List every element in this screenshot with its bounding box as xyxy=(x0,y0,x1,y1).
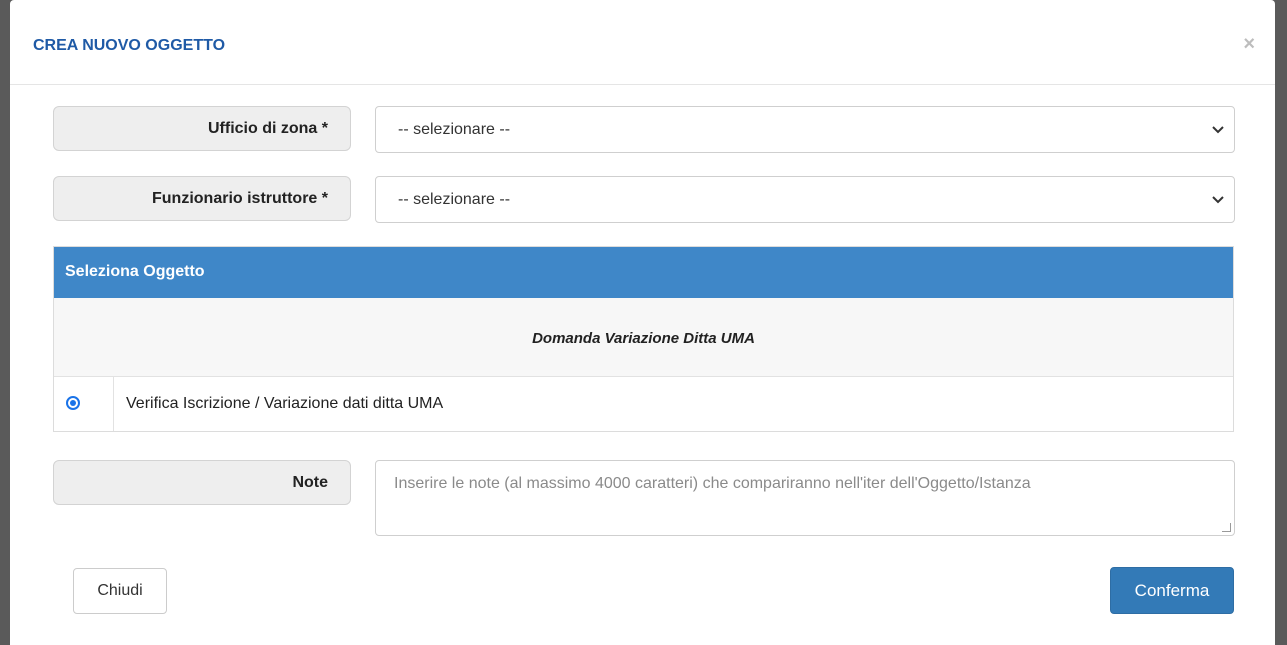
funzionario-row: Funzionario istruttore * -- selezionare … xyxy=(53,176,1235,224)
funzionario-select-value: -- selezionare -- xyxy=(398,191,511,208)
object-option-row[interactable]: Verifica Iscrizione / Variazione dati di… xyxy=(54,377,1233,431)
note-placeholder: Inserire le note (al massimo 4000 caratt… xyxy=(394,475,1031,492)
close-icon[interactable]: × xyxy=(1243,33,1255,56)
resize-handle-icon[interactable] xyxy=(1222,523,1231,532)
chevron-down-icon xyxy=(1212,177,1224,240)
object-option-label: Verifica Iscrizione / Variazione dati di… xyxy=(126,395,444,412)
ufficio-label: Ufficio di zona * xyxy=(53,106,351,151)
ufficio-select-value: -- selezionare -- xyxy=(398,121,511,138)
select-object-panel: Seleziona Oggetto Domanda Variazione Dit… xyxy=(53,246,1234,432)
radio-cell xyxy=(54,377,114,431)
create-object-modal: CREA NUOVO OGGETTO × Ufficio di zona * -… xyxy=(10,0,1275,645)
close-button[interactable]: Chiudi xyxy=(73,568,167,614)
funzionario-label: Funzionario istruttore * xyxy=(53,176,351,221)
ufficio-select[interactable]: -- selezionare -- xyxy=(375,106,1235,153)
note-textarea[interactable]: Inserire le note (al massimo 4000 caratt… xyxy=(375,460,1235,536)
modal-title: CREA NUOVO OGGETTO xyxy=(33,37,226,54)
object-group-title: Domanda Variazione Ditta UMA xyxy=(54,298,1233,377)
confirm-button[interactable]: Conferma xyxy=(1110,567,1234,614)
funzionario-select[interactable]: -- selezionare -- xyxy=(375,176,1235,223)
note-row: Note Inserire le note (al massimo 4000 c… xyxy=(53,460,1235,536)
radio-selected-icon[interactable] xyxy=(66,396,80,410)
ufficio-row: Ufficio di zona * -- selezionare -- xyxy=(53,106,1235,154)
note-label: Note xyxy=(53,460,351,505)
chevron-down-icon xyxy=(1212,107,1224,170)
modal-header: CREA NUOVO OGGETTO × xyxy=(10,0,1275,85)
panel-title: Seleziona Oggetto xyxy=(54,247,1233,298)
